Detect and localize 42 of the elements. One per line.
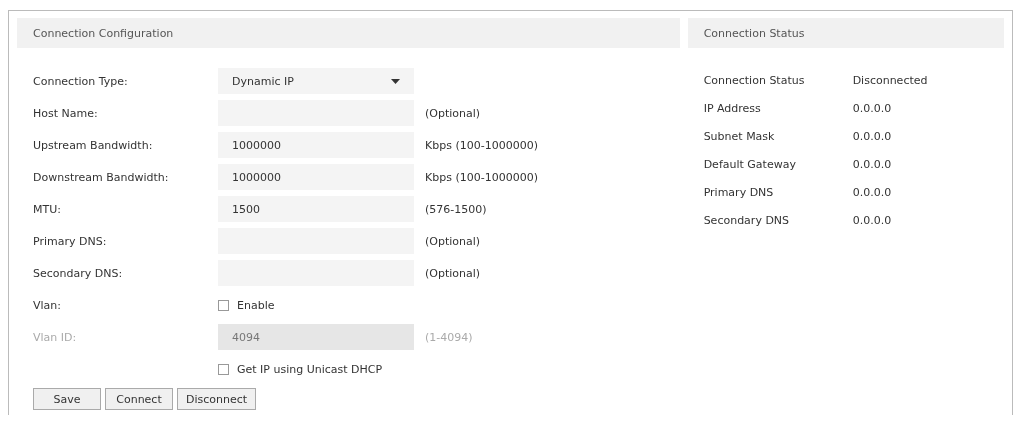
status-label: Primary DNS [703,186,775,199]
field-hint: (Optional) [425,106,481,120]
field-hint: Kbps (100-1000000) [425,138,538,152]
field-label: Upstream Bandwidth: [33,138,154,152]
field-label: Primary DNS: [33,234,108,248]
field-hint: (Optional) [425,266,481,280]
status-label: Connection Status [703,74,806,87]
status-label: Default Gateway [703,158,797,171]
connection-type-dropdown[interactable]: Dynamic IP [218,68,414,94]
status-value: Disconnected [852,74,928,87]
input-field[interactable]: 1000000 [218,164,414,190]
form-button[interactable]: Save [33,388,101,410]
status-value: 0.0.0.0 [852,130,892,143]
field-label: Secondary DNS: [33,266,124,280]
field-label: Vlan ID: [33,330,78,344]
status-value: 0.0.0.0 [852,214,892,227]
caret-icon [391,78,400,84]
field-label: Host Name: [33,106,99,120]
checkbox-label: Get IP using Unicast DHCP [237,362,383,376]
field-hint: (576-1500) [425,202,487,216]
status-label: IP Address [703,102,762,115]
panel-header: Connection Status [687,18,1004,48]
field-hint: (1-4094) [425,330,473,344]
field-hint: (Optional) [425,234,481,248]
status-label: Secondary DNS [703,214,791,227]
checkbox[interactable] [218,363,229,375]
status-value: 0.0.0.0 [852,158,892,171]
form-button[interactable]: Disconnect [177,388,257,410]
field-label: Connection Type: [33,74,129,88]
status-label: Subnet Mask [703,130,776,143]
field-label: Vlan: [33,298,62,312]
field-hint: Kbps (100-1000000) [425,170,538,184]
checkbox-label: Enable [237,298,275,312]
checkbox[interactable] [218,299,229,311]
input-field[interactable]: 1500 [218,196,414,222]
status-value: 0.0.0.0 [852,186,892,199]
field-label: MTU: [33,202,62,216]
status-value: 0.0.0.0 [852,102,892,115]
form-button[interactable]: Connect [105,388,173,410]
panel-header: Connection Configuration [17,18,680,48]
input-field[interactable]: 1000000 [218,132,414,158]
field-label: Downstream Bandwidth: [33,170,170,184]
